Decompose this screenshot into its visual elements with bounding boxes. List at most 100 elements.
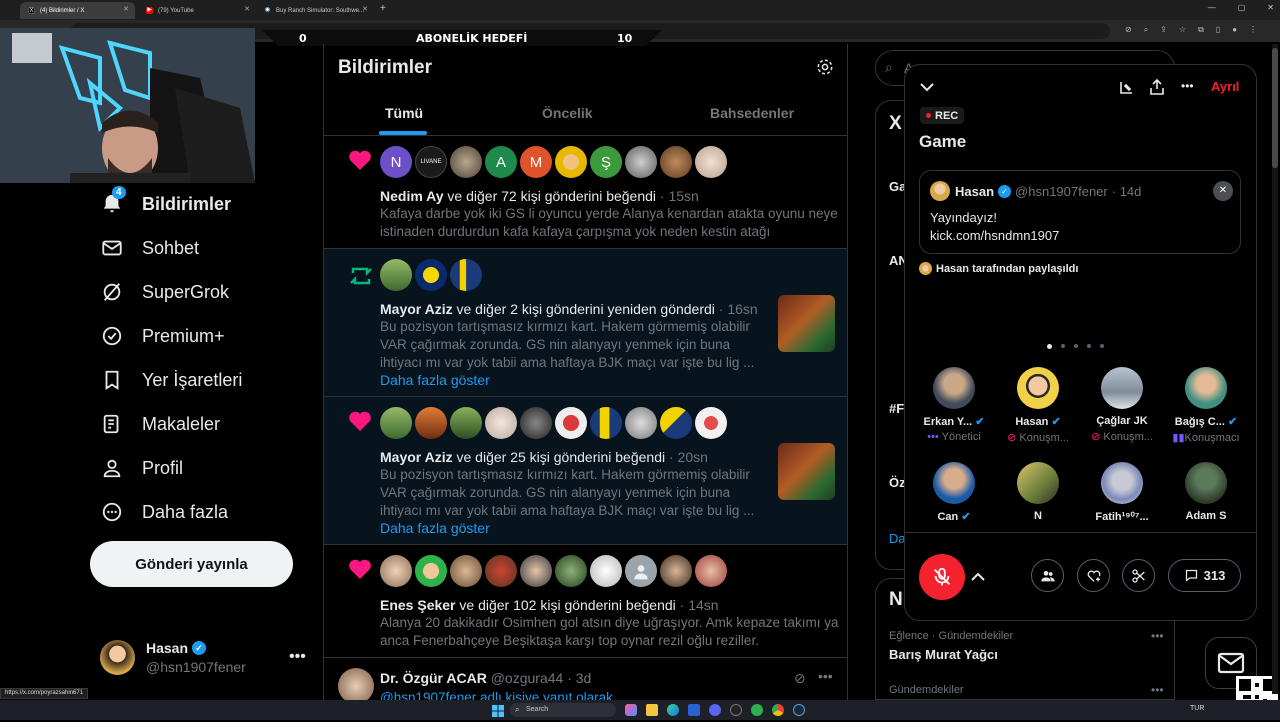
language-indicator[interactable]: TUR bbox=[1190, 705, 1204, 712]
reaction-button[interactable] bbox=[1077, 559, 1110, 592]
avatar[interactable]: LIVANE bbox=[415, 146, 447, 178]
sidebar-item-profile[interactable]: Profil bbox=[100, 456, 183, 480]
menu-icon[interactable]: ⋮ bbox=[1249, 25, 1257, 35]
speaker[interactable]: Çağlar JK ⊘ Konuşm... bbox=[1082, 367, 1162, 443]
avatar[interactable] bbox=[380, 555, 412, 587]
close-tab-icon[interactable]: ✕ bbox=[244, 5, 250, 13]
carousel-dot[interactable] bbox=[1100, 344, 1104, 348]
actor-name[interactable]: Dr. Özgür ACAR bbox=[380, 670, 487, 686]
trend-name[interactable]: Barış Murat Yağcı bbox=[889, 647, 998, 662]
avatar[interactable] bbox=[338, 668, 374, 700]
avatar[interactable] bbox=[415, 407, 447, 439]
avatar[interactable]: M bbox=[520, 146, 552, 178]
speaker[interactable]: Hasan ✔ ⊘ Konuşm... bbox=[998, 367, 1078, 444]
sidebar-icon[interactable]: ▯ bbox=[1216, 25, 1220, 35]
new-tab-icon[interactable]: + bbox=[380, 3, 386, 14]
sidebar-item-premium[interactable]: Premium+ bbox=[100, 324, 225, 348]
collapse-chevron-icon[interactable] bbox=[919, 80, 935, 99]
comments-button[interactable]: 313 bbox=[1168, 559, 1241, 592]
avatar[interactable] bbox=[520, 555, 552, 587]
notification-item[interactable]: Mayor Aziz ve diğer 2 kişi gönderini yen… bbox=[324, 249, 847, 397]
reply-item[interactable]: Dr. Özgür ACAR @ozgura44 · 3d @hsn1907fe… bbox=[324, 658, 847, 700]
trend-more-icon[interactable]: ••• bbox=[1151, 629, 1164, 643]
profile-icon[interactable]: ● bbox=[1232, 25, 1237, 35]
clip-button[interactable] bbox=[1122, 559, 1155, 592]
speaker[interactable]: Can ✔ bbox=[914, 462, 994, 523]
leave-space-button[interactable]: Ayrıl bbox=[1211, 79, 1239, 94]
sidebar-item-notifications[interactable]: 4 Bildirimler bbox=[100, 186, 231, 216]
sidebar-item-articles[interactable]: Makaleler bbox=[100, 412, 220, 436]
show-more-link[interactable]: Daha fazla göster bbox=[380, 372, 490, 388]
star-icon[interactable]: ☆ bbox=[1179, 25, 1186, 35]
expand-chevron-icon[interactable] bbox=[971, 569, 985, 587]
actor-name[interactable]: Enes Şeker bbox=[380, 597, 456, 613]
notification-item[interactable]: N LIVANE A M Ş Nedim Ay ve diğer 72 kişi… bbox=[324, 136, 847, 249]
account-avatar[interactable] bbox=[100, 640, 135, 675]
carousel-dot[interactable] bbox=[1087, 344, 1091, 348]
notification-item[interactable]: Mayor Aziz ve diğer 25 kişi gönderini be… bbox=[324, 397, 847, 545]
show-more-link[interactable]: Daha fazla göster bbox=[380, 520, 490, 536]
maximize-icon[interactable]: ▢ bbox=[1238, 3, 1246, 12]
avatar[interactable] bbox=[380, 259, 412, 291]
sidebar-item-supergrok[interactable]: SuperGrok bbox=[100, 280, 229, 304]
carousel-dot[interactable] bbox=[1047, 344, 1052, 349]
avatar[interactable] bbox=[625, 407, 657, 439]
avatar[interactable] bbox=[590, 407, 622, 439]
avatar[interactable] bbox=[450, 146, 482, 178]
actor-name[interactable]: Mayor Aziz bbox=[380, 301, 453, 317]
close-tab-icon[interactable]: ✕ bbox=[362, 5, 368, 13]
scrollbar-thumb[interactable] bbox=[1272, 48, 1278, 168]
avatar[interactable] bbox=[660, 407, 692, 439]
notification-item[interactable]: Enes Şeker ve diğer 102 kişi gönderini b… bbox=[324, 545, 847, 658]
spotify-icon[interactable] bbox=[751, 704, 763, 716]
sidebar-item-more[interactable]: Daha fazla bbox=[100, 500, 228, 524]
file-explorer-icon[interactable] bbox=[646, 704, 658, 716]
close-tab-icon[interactable]: ✕ bbox=[123, 5, 129, 13]
copilot-icon[interactable] bbox=[625, 704, 637, 716]
avatar[interactable]: A bbox=[485, 146, 517, 178]
avatar[interactable] bbox=[625, 146, 657, 178]
avatar[interactable] bbox=[485, 407, 517, 439]
sidebar-item-bookmarks[interactable]: Yer İşaretleri bbox=[100, 368, 242, 392]
close-icon[interactable]: ✕ bbox=[1213, 181, 1233, 201]
tab-priority[interactable]: Öncelik bbox=[542, 105, 593, 121]
avatar[interactable] bbox=[555, 555, 587, 587]
speaker[interactable]: Adam S bbox=[1166, 462, 1246, 522]
avatar[interactable] bbox=[485, 555, 517, 587]
default-avatar[interactable] bbox=[625, 555, 657, 587]
avatar[interactable]: Ş bbox=[590, 146, 622, 178]
edge-icon[interactable] bbox=[667, 704, 679, 716]
steam-icon[interactable] bbox=[793, 704, 805, 716]
avatar[interactable] bbox=[695, 555, 727, 587]
avatar[interactable] bbox=[520, 407, 552, 439]
post-thumbnail[interactable] bbox=[778, 443, 835, 500]
share-icon[interactable]: ⇪ bbox=[1160, 25, 1167, 35]
speaker[interactable]: Bağış C... ✔ ▮▮Konuşmacı bbox=[1166, 367, 1246, 444]
tab-steam[interactable]: ◉ Buy Ranch Simulator: Southwe... ✕ bbox=[256, 2, 374, 19]
avatar[interactable] bbox=[450, 555, 482, 587]
account-menu-icon[interactable]: ••• bbox=[289, 648, 306, 666]
tab-youtube[interactable]: ▶ (79) YouTube ✕ bbox=[138, 2, 256, 19]
tab-notifications[interactable]: X (4) Bildirimler / X ✕ bbox=[20, 2, 135, 19]
extensions-icon[interactable]: ⧉ bbox=[1198, 25, 1204, 35]
avatar[interactable] bbox=[660, 555, 692, 587]
people-button[interactable] bbox=[1031, 559, 1064, 592]
post-button[interactable]: Gönderi yayınla bbox=[90, 541, 293, 587]
minimize-icon[interactable]: — bbox=[1208, 3, 1216, 12]
tab-all[interactable]: Tümü bbox=[385, 105, 423, 121]
speaker[interactable]: Erkan Y... ✔ ••• Yönetici bbox=[914, 367, 994, 443]
zoom-icon[interactable]: ⌕ bbox=[1144, 25, 1148, 35]
discord-icon[interactable] bbox=[709, 704, 721, 716]
share-icon[interactable] bbox=[1149, 78, 1165, 100]
avatar[interactable]: N bbox=[380, 146, 412, 178]
windows-start-icon[interactable] bbox=[492, 704, 504, 717]
avatar[interactable] bbox=[695, 407, 727, 439]
space-more-icon[interactable]: ••• bbox=[1181, 79, 1194, 93]
page-scrollbar[interactable] bbox=[1272, 44, 1278, 694]
grok-icon[interactable]: ⊘ bbox=[794, 670, 806, 687]
close-window-icon[interactable]: ✕ bbox=[1267, 3, 1274, 12]
chrome-icon[interactable] bbox=[772, 704, 784, 716]
trend-fragment[interactable]: #F bbox=[889, 401, 904, 416]
eye-off-icon[interactable]: ⊘ bbox=[1125, 25, 1132, 35]
avatar[interactable] bbox=[660, 146, 692, 178]
